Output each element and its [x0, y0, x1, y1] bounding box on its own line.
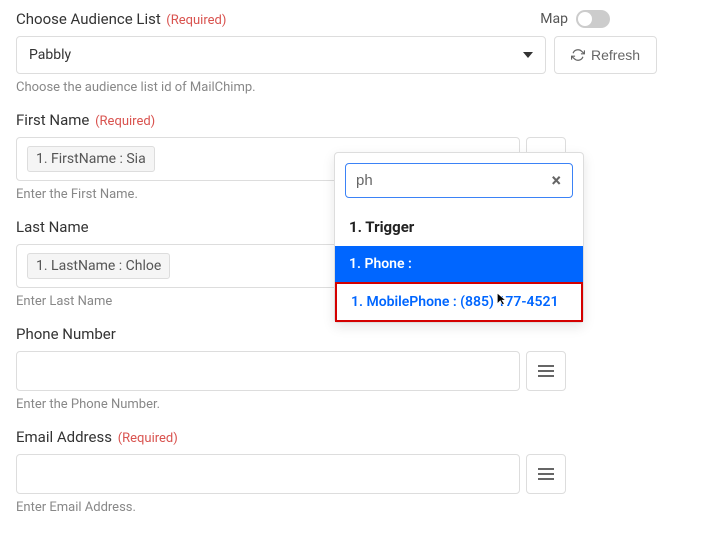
- map-label: Map: [540, 11, 568, 27]
- refresh-label: Refresh: [591, 47, 640, 63]
- first-name-required: (Required): [95, 114, 155, 129]
- map-toggle-group: Map: [540, 10, 610, 28]
- audience-select[interactable]: Pabbly: [16, 36, 546, 74]
- email-menu-button[interactable]: [526, 454, 566, 494]
- email-input-wrapper: [16, 454, 566, 494]
- email-label-row: Email Address (Required): [16, 428, 710, 446]
- audience-required: (Required): [166, 13, 226, 28]
- first-name-tag[interactable]: 1. FirstName : Sia: [27, 146, 155, 172]
- phone-menu-button[interactable]: [526, 351, 566, 391]
- field-mapper-dropdown: × 1. Trigger 1. Phone : 1. MobilePhone :…: [334, 152, 584, 323]
- first-name-field: First Name (Required) 1. FirstName : Sia…: [16, 111, 710, 202]
- hamburger-icon: [538, 365, 554, 377]
- email-required: (Required): [118, 431, 178, 446]
- last-name-tag[interactable]: 1. LastName : Chloe: [27, 253, 170, 279]
- first-name-label-row: First Name (Required): [16, 111, 710, 129]
- dropdown-search-wrapper: ×: [335, 153, 583, 208]
- hamburger-icon: [538, 468, 554, 480]
- caret-down-icon: [523, 52, 533, 58]
- email-label: Email Address: [16, 428, 112, 446]
- phone-hint: Enter the Phone Number.: [16, 397, 710, 412]
- phone-input-wrapper: [16, 351, 566, 391]
- audience-field: Choose Audience List (Required) Map Pabb…: [16, 10, 710, 95]
- audience-label-row: Choose Audience List (Required) Map: [16, 10, 710, 28]
- email-hint: Enter Email Address.: [16, 500, 710, 515]
- phone-field: Phone Number Enter the Phone Number.: [16, 325, 710, 412]
- phone-input[interactable]: [16, 351, 520, 391]
- email-input[interactable]: [16, 454, 520, 494]
- map-toggle[interactable]: [576, 10, 610, 28]
- phone-label: Phone Number: [16, 325, 710, 343]
- dropdown-item-mobilephone-label: 1. MobilePhone : (885) 177-4521: [351, 294, 559, 310]
- audience-select-value: Pabbly: [29, 47, 71, 63]
- refresh-button[interactable]: Refresh: [554, 36, 657, 74]
- audience-input-row: Pabbly Refresh: [16, 36, 710, 74]
- first-name-label: First Name: [16, 111, 89, 129]
- clear-icon[interactable]: ×: [551, 170, 561, 191]
- first-name-input-wrapper: 1. FirstName : Sia × 1. Trigger 1. Phone…: [16, 137, 566, 181]
- audience-hint: Choose the audience list id of MailChimp…: [16, 80, 710, 95]
- dropdown-search-input[interactable]: [345, 163, 573, 198]
- audience-label: Choose Audience List: [16, 10, 161, 28]
- dropdown-item-mobilephone[interactable]: 1. MobilePhone : (885) 177-4521: [335, 282, 583, 322]
- dropdown-item-phone[interactable]: 1. Phone :: [335, 246, 583, 282]
- email-field: Email Address (Required) Enter Email Add…: [16, 428, 710, 515]
- refresh-icon: [571, 48, 585, 62]
- dropdown-group-header: 1. Trigger: [335, 208, 583, 246]
